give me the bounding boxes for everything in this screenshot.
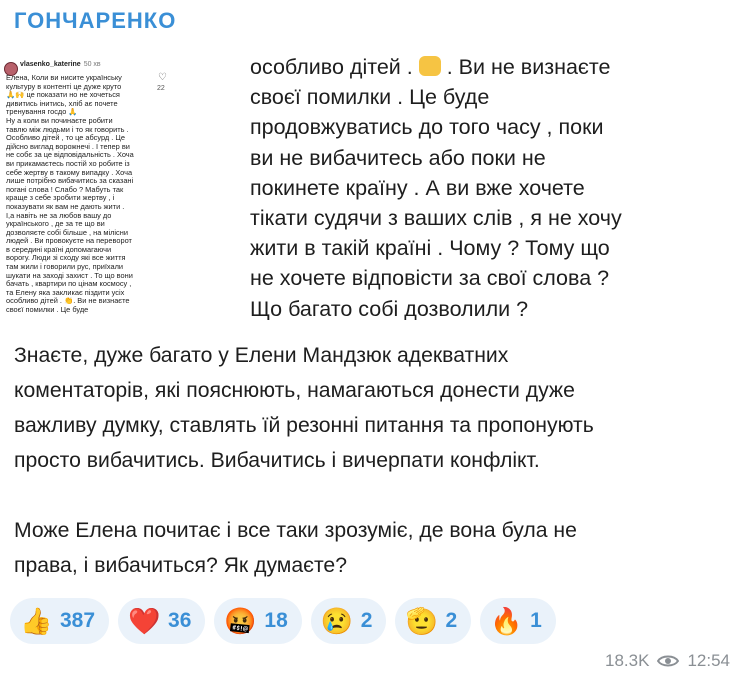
zoom-line: покинете країну . А ви вже хочете (250, 175, 585, 200)
reaction-fire[interactable]: 🔥 1 (480, 598, 556, 644)
comment-line: дивитись інитись, хліб ає почете (6, 99, 118, 108)
reaction-count: 36 (168, 609, 192, 632)
reactions-bar: 👍 387 ❤️ 36 🤬 18 😢 2 🫡 2 🔥 1 (10, 598, 556, 646)
heart-icon: ❤️ (128, 606, 161, 636)
comment-line: в середині країні допомагаючи (6, 245, 112, 254)
comment-line: дозволяєте собі більше , на мілісни (6, 228, 128, 237)
reaction-count: 18 (264, 609, 288, 632)
reaction-count: 2 (360, 609, 373, 632)
zoom-line: тікати судячи з ваших слів , я не хочу (250, 206, 622, 231)
reaction-count: 387 (60, 609, 96, 632)
zoom-line: своєї помилки . Це буде (250, 85, 490, 110)
comment-line: Ну а коли ви починаєте робити (6, 116, 113, 125)
zoom-line: жити в такій країні . Чому ? Тому що (250, 236, 610, 261)
fire-icon: 🔥 (490, 606, 523, 636)
comment-line: бачать , квартири по цінам космосу , (6, 280, 132, 289)
comment-line: людей . Ви провокуєте на переворот (6, 237, 132, 246)
zoom-line: Що багато собі дозволили ? (250, 296, 529, 320)
comment-line: ворогу. Люди зі сходу які все життя (6, 254, 126, 263)
comment-line: ви прикамаєтесь постій хо робите із (6, 159, 130, 168)
comment-line: лише потрібно вибачитись за сказані (6, 177, 134, 186)
eye-icon (657, 655, 680, 667)
comment-line: погані слова ! Слабо ? Мабуть так (6, 185, 124, 194)
message-text: Знаєте, дуже багато у Елени Мандзюк адек… (14, 338, 734, 583)
comment-line: українського , де за те що ви (6, 220, 105, 229)
comment-line: особливо дітей . 👏. Ви не визнаєте (6, 297, 130, 306)
comment-line: Елена, Коли ви нисите українську (6, 74, 122, 82)
reaction-heart[interactable]: ❤️ 36 (118, 598, 206, 644)
reaction-swearing[interactable]: 🤬 18 (214, 598, 302, 644)
comment-line: шукати на заході захист . То що вони (6, 271, 133, 280)
reaction-salute[interactable]: 🫡 2 (395, 598, 472, 644)
crying-face-icon: 😢 (320, 606, 354, 636)
zoom-line: ви не вибачитесь або поки не (250, 145, 546, 170)
comment-text: Елена, Коли ви нисите українську культуру… (6, 74, 154, 315)
heart-outline-icon: ♡ (158, 72, 167, 83)
comment-line: не собє за це відповідальність . Хоча (6, 151, 134, 160)
message-meta: 18.3K 12:54 (605, 651, 730, 671)
comment-line: дійсно виглад ворожнечі . І тепер ви (6, 142, 130, 151)
comment-line: тренування госдо 🙏 (6, 108, 78, 117)
zoom-line: особливо дітей . . Ви не визнаєте (250, 55, 611, 79)
salute-icon: 🫡 (405, 606, 438, 636)
comment-line: та Елену яка закликає піздити усіх (6, 288, 125, 297)
comment-line: 🙏🙌 це показати но не хочеться (6, 91, 120, 100)
zoom-line: продовжуватись до того часу , поки (250, 115, 604, 140)
comment-line: своєї помилки . Це буде (6, 306, 89, 315)
comment-line: себе жертву в такому випадку . Хоча (6, 168, 133, 177)
comment-line: культуру в контенті це дуже круто (6, 82, 122, 91)
message-line: Може Елена почитає і все таки зрозуміє, … (14, 519, 577, 542)
post-image[interactable]: vlasenko_katerine 50 хв ♡ 22 Елена, Коли … (0, 52, 740, 320)
comment-line: там жили і говорили рус, приїхали (6, 263, 124, 272)
view-count: 18.3K (605, 651, 650, 670)
comment-line: тавлю між людьми і то як говорить . (6, 125, 129, 134)
reaction-count: 2 (445, 609, 458, 632)
zoom-line: не хочете відповісти за свої слова ? (250, 266, 610, 291)
swearing-face-icon: 🤬 (224, 606, 257, 636)
message-time: 12:54 (687, 651, 730, 670)
comment-like-count: 22 (157, 85, 165, 92)
instagram-comment-screenshot: vlasenko_katerine 50 хв ♡ 22 Елена, Коли … (0, 52, 185, 320)
reaction-count: 1 (530, 609, 542, 632)
comment-line: показувати як вам не дають жити . (6, 202, 125, 211)
comment-line: краще з себе зробити жертву , і (6, 194, 115, 203)
reaction-crying[interactable]: 😢 2 (310, 598, 387, 644)
comment-line: Особливо дітей , то це абсурд . Це (6, 134, 125, 143)
clapping-hands-icon (418, 56, 441, 76)
message-line: права, і вибачиться? Як думаєте? (14, 554, 347, 577)
zoomed-comment-text: особливо дітей . . Ви не визнаєте своєї … (250, 52, 720, 320)
thumbs-up-icon: 👍 (20, 606, 53, 636)
message-line: важливу думку, ставлять їй резонні питан… (14, 414, 594, 437)
message-line: Знаєте, дуже багато у Елени Мандзюк адек… (14, 344, 509, 367)
message-line: просто вибачитись. Вибачитись і вичерпат… (14, 449, 540, 472)
channel-name[interactable]: ГОНЧАРЕНКО (14, 8, 176, 34)
comment-line: І,а навіть не за любов вашу до (6, 211, 112, 220)
commenter-username: vlasenko_katerine 50 хв (20, 61, 101, 68)
message-line: коментаторів, які пояснюють, намагаються… (14, 379, 575, 402)
reaction-thumbs-up[interactable]: 👍 387 (10, 598, 110, 644)
